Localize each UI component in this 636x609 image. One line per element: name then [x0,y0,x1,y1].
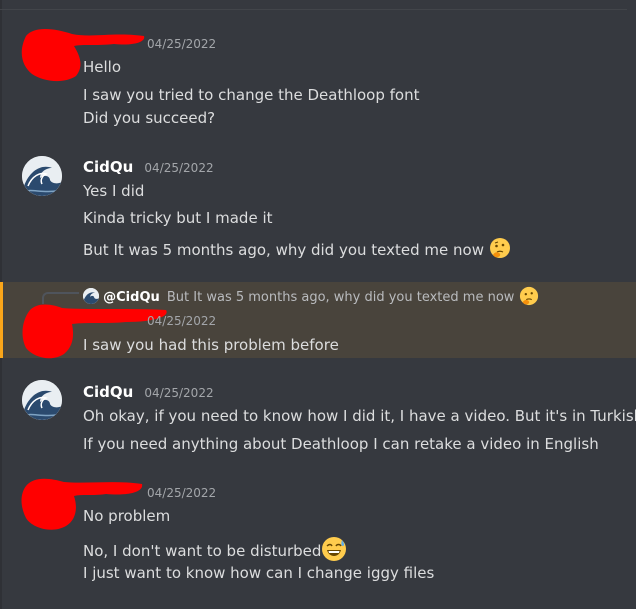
username[interactable]: CidQu [83,158,133,176]
message-timestamp: 04/25/2022 [147,314,217,328]
message-timestamp: 04/25/2022 [144,386,214,400]
message-header: 04/25/2022 [83,312,216,332]
message-text: Yes I did [83,182,145,200]
message-text: If you need anything about Deathloop I c… [83,435,599,453]
message-text: No problem [83,507,171,525]
message-header: 04/25/2022 [83,35,216,55]
wave-avatar-icon [22,380,62,420]
message-text: No, I don't want to be disturbed [83,542,322,560]
redacted-avatar-scribble [21,29,145,82]
username[interactable]: CidQu [83,383,133,401]
message-text: Hello [83,58,122,76]
message-text: I just want to know how can I change igg… [83,564,435,582]
message-header: CidQu 04/25/2022 [83,157,214,177]
avatar[interactable] [22,380,62,420]
message-text: But It was 5 months ago, why did you tex… [83,241,484,259]
thinking-face-icon [519,286,539,310]
message-header: 04/25/2022 [83,484,216,504]
wave-avatar-icon [22,156,62,196]
message-text: Oh okay, if you need to know how I did i… [83,407,636,425]
message-header: CidQu 04/25/2022 [83,382,214,402]
message-text: I saw you had this problem before [83,336,339,354]
chat-message-list: 04/25/2022 Hello I saw you tried to chan… [0,0,636,609]
message-text: Did you succeed? [83,109,216,127]
avatar[interactable] [22,156,62,196]
message-text: Kinda tricky but I made it [83,209,273,227]
message-text-with-emoji: But It was 5 months ago, why did you tex… [83,237,511,264]
message-timestamp: 04/25/2022 [144,161,214,175]
reply-text: But It was 5 months ago, why did you tex… [166,290,515,305]
mention-highlight-bar [0,282,3,358]
top-divider [0,9,627,10]
message-timestamp: 04/25/2022 [147,37,217,51]
message-text: I saw you tried to change the Deathloop … [83,86,420,104]
thinking-face-icon [489,237,511,264]
message-timestamp: 04/25/2022 [147,486,217,500]
